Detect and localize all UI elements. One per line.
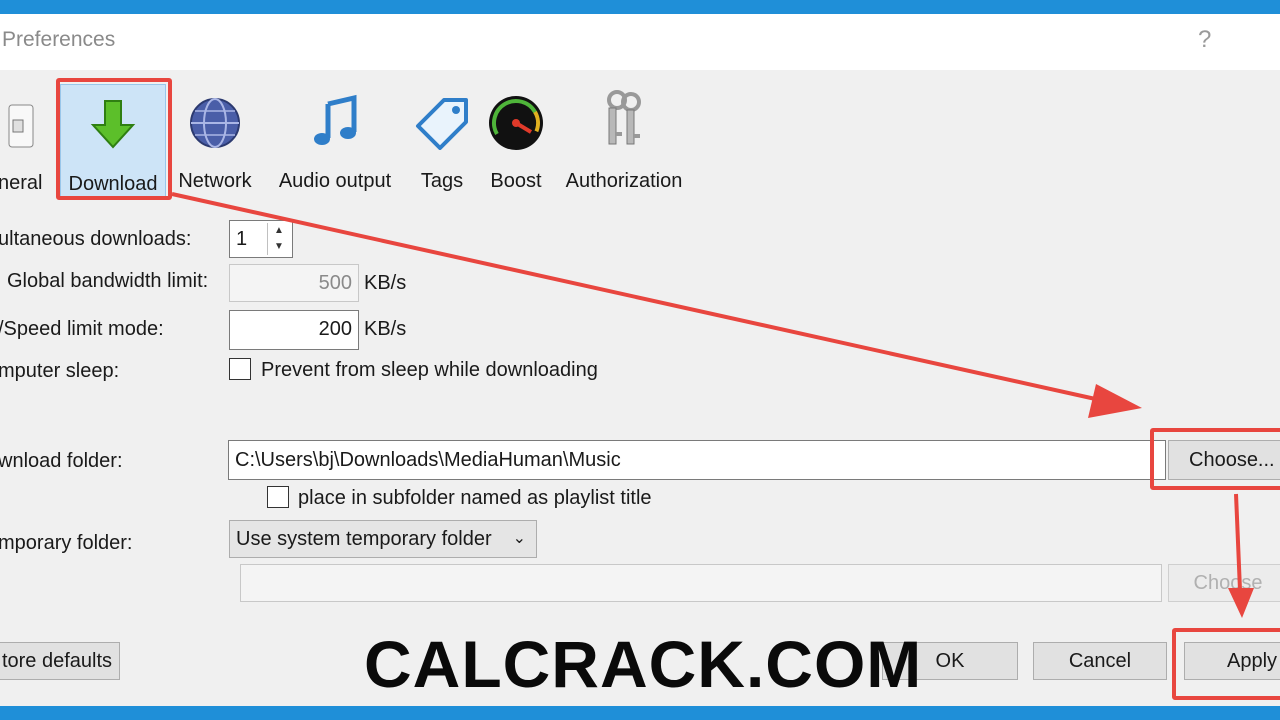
speed-limit-label: /Speed limit mode: — [0, 318, 164, 340]
speed-limit-unit: KB/s — [364, 318, 407, 340]
bandwidth-limit-label: Global bandwidth limit: — [7, 270, 209, 292]
tab-boost-label: Boost — [490, 170, 542, 192]
bandwidth-limit-field[interactable]: 500 — [229, 264, 359, 302]
tab-authorization[interactable]: Authorization — [562, 82, 686, 192]
prevent-sleep-checkbox[interactable] — [229, 358, 251, 380]
highlight-box-apply — [1172, 628, 1280, 700]
subfolder-checkbox[interactable] — [267, 486, 289, 508]
temporary-folder-label: mporary folder: — [0, 532, 133, 554]
cancel-button[interactable]: Cancel — [1033, 642, 1167, 680]
desktop-taskbar — [0, 706, 1280, 720]
subfolder-label: place in subfolder named as playlist tit… — [298, 487, 652, 509]
watermark-text: CALCRACK.COM — [364, 627, 923, 701]
spinner-arrows[interactable]: ▲ ▼ — [267, 223, 290, 255]
spinner-up-icon[interactable]: ▲ — [268, 223, 290, 239]
preferences-window: Preferences ? neral Download Network Aud… — [0, 14, 1280, 706]
spinner-down-icon[interactable]: ▼ — [268, 239, 290, 255]
simultaneous-downloads-spinner[interactable]: 1 ▲ ▼ — [229, 220, 293, 258]
speed-limit-field[interactable]: 200 — [229, 310, 359, 350]
computer-sleep-label: mputer sleep: — [0, 360, 120, 382]
window-title: Preferences — [2, 28, 116, 51]
highlight-box-choose — [1150, 428, 1280, 490]
restore-defaults-button[interactable]: tore defaults — [0, 642, 120, 680]
tab-network[interactable]: Network — [174, 82, 256, 192]
tab-general-label: neral — [0, 172, 43, 194]
tab-general[interactable]: neral — [0, 82, 44, 194]
globe-icon — [185, 96, 245, 156]
tab-tags[interactable]: Tags — [414, 82, 470, 192]
simultaneous-downloads-value: 1 — [236, 228, 248, 250]
bandwidth-unit: KB/s — [364, 272, 407, 294]
tab-audio-output[interactable]: Audio output — [274, 82, 396, 192]
simultaneous-downloads-label: ultaneous downloads: — [0, 228, 192, 250]
chevron-down-icon: ⌄ — [512, 530, 526, 547]
help-button[interactable]: ? — [1198, 26, 1211, 54]
tag-icon — [412, 96, 472, 156]
tab-authorization-label: Authorization — [565, 170, 683, 192]
tab-audio-output-label: Audio output — [278, 170, 392, 192]
temporary-folder-path-field — [240, 564, 1162, 602]
speedometer-icon — [486, 94, 546, 154]
general-icon — [8, 104, 34, 148]
highlight-box-download — [56, 78, 172, 200]
download-folder-field[interactable]: C:\Users\bj\Downloads\MediaHuman\Music — [228, 440, 1166, 480]
temporary-folder-select[interactable]: Use system temporary folder ⌄ — [229, 520, 537, 558]
tab-tags-label: Tags — [420, 170, 464, 192]
keys-icon — [594, 88, 654, 148]
prevent-sleep-label: Prevent from sleep while downloading — [261, 359, 598, 381]
temporary-folder-value: Use system temporary folder — [236, 528, 492, 550]
tab-boost[interactable]: Boost — [484, 82, 548, 192]
temporary-choose-button: Choose — [1168, 564, 1280, 602]
tab-network-label: Network — [178, 170, 252, 192]
download-folder-label: wnload folder: — [0, 450, 123, 472]
music-note-icon — [305, 94, 365, 154]
title-bar: Preferences ? — [0, 14, 1280, 70]
